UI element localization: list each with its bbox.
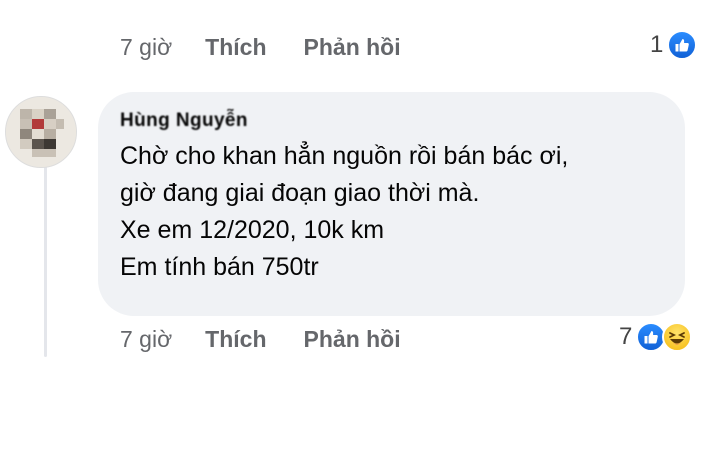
comment-line: giờ đang giai đoạn giao thời mà. [120, 179, 480, 207]
comment-above-like-button[interactable]: Thích [205, 34, 266, 61]
comment-meta: 7 giờ Thích Phản hồi [120, 324, 401, 354]
comment-bubble: Hùng Nguyễn Chờ cho khan hẳn nguồn rồi b… [98, 92, 685, 316]
comment-above-reactions[interactable]: 1 [650, 30, 698, 60]
like-icon [667, 30, 698, 60]
comment-line: Xe em 12/2020, 10k km [120, 216, 385, 244]
comment-line: Chờ cho khan hẳn nguồn rồi bán bác ơi, [120, 142, 569, 170]
comment-reactions[interactable]: 7 [619, 322, 693, 352]
comment-author[interactable]: Hùng Nguyễn [120, 110, 248, 132]
haha-icon [662, 322, 693, 352]
comment-above-time[interactable]: 7 giờ [120, 34, 172, 61]
thread-line [44, 152, 47, 357]
comment-above-reply-button[interactable]: Phản hồi [304, 34, 401, 61]
comment-time[interactable]: 7 giờ [120, 326, 172, 353]
comment-text: Chờ cho khan hẳn nguồn rồi bán bác ơi, g… [120, 138, 685, 286]
comment-reaction-count: 7 [619, 323, 633, 350]
author-avatar[interactable] [5, 96, 77, 168]
comment-like-button[interactable]: Thích [205, 326, 266, 353]
comment-line: Em tính bán 750tr [120, 253, 319, 281]
comment-above-meta: 7 giờ Thích Phản hồi [120, 32, 401, 62]
comment-reply-button[interactable]: Phản hồi [304, 326, 401, 353]
comment-above-reaction-count: 1 [650, 31, 664, 58]
avatar-image [6, 97, 76, 167]
